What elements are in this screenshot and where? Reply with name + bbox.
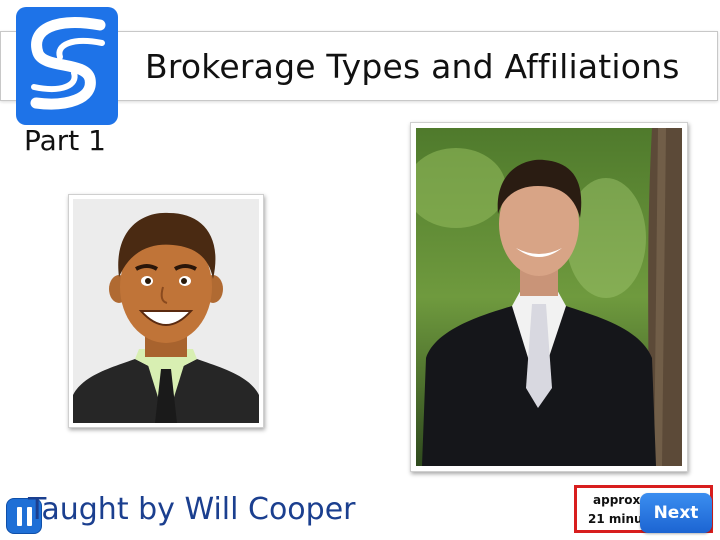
duration-line-2: 21 minu xyxy=(588,512,643,526)
cartoon-avatar-image xyxy=(68,194,264,428)
pause-icon xyxy=(17,507,22,526)
next-button[interactable]: Next xyxy=(640,493,712,533)
s-logo-icon xyxy=(16,7,118,125)
instructor-photo xyxy=(410,122,688,472)
page-title: Brokerage Types and Affiliations xyxy=(145,47,680,86)
part-label: Part 1 xyxy=(24,124,106,157)
duration-line-1: approx xyxy=(593,493,641,507)
instructor-credit: Taught by Will Cooper xyxy=(28,492,356,527)
